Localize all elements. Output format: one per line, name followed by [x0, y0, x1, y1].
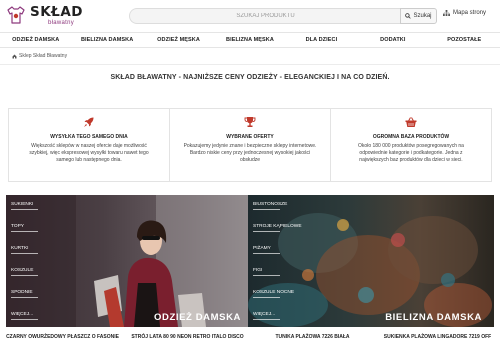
feature-text-line: Bardzo niskie ceny przy jednoczesnej wys…: [189, 150, 311, 156]
trophy-icon: [244, 117, 256, 127]
menu-item-koszule-nocne[interactable]: KOSZULE NOCNE: [253, 290, 294, 295]
divider: [253, 319, 280, 320]
banner-photo: [248, 213, 492, 327]
search-button[interactable]: Szukaj: [400, 8, 437, 24]
nav-item-odziez-meska[interactable]: ODZIEŻ MĘSKA: [143, 33, 214, 47]
feature-text: Większość sklepów w naszej ofercie daje …: [17, 143, 161, 164]
features-box: WYSYŁKA TEGO SAMEGO DNIA Większość sklep…: [8, 108, 492, 182]
product-link[interactable]: STRÓJ LATA 80 90 NEON RETRO ITALO DISCO: [125, 334, 250, 340]
menu-item-stroje-kapielowe[interactable]: STROJE KĄPIELOWE: [253, 224, 302, 229]
product-link[interactable]: CZARNY OWURŻEDOWY PŁASZCZ O FASONIE: [0, 334, 125, 340]
menu-item-wiecej[interactable]: WIĘCEJ...: [11, 312, 33, 317]
site-logo[interactable]: SKŁAD bławatny: [6, 4, 90, 28]
banner-photo: [6, 195, 248, 327]
tshirt-icon: [7, 6, 25, 24]
menu-item-kurtki[interactable]: KURTKI: [11, 246, 29, 251]
home-icon[interactable]: [12, 54, 17, 59]
feature-offers: WYBRANE OFERTY Pokazujemy jedynie znane …: [170, 109, 331, 181]
divider: [253, 231, 280, 232]
menu-item-sukienki[interactable]: SUKIENKI: [11, 202, 33, 207]
search-form: Szukaj: [129, 8, 437, 24]
feature-shipping: WYSYŁKA TEGO SAMEGO DNIA Większość sklep…: [9, 109, 170, 181]
search-icon: [405, 13, 412, 19]
product-link[interactable]: TUNIKA PLAŻOWA 7226 BIAŁA: [250, 334, 375, 340]
feature-text-line: samego lub następnego dnia.: [56, 157, 122, 163]
divider: [11, 231, 38, 232]
feature-database: OGROMNA BAZA PRODUKTÓW Około 180 000 pro…: [331, 109, 491, 181]
breadcrumb-link[interactable]: Sklep Skład Bławatny: [19, 53, 67, 59]
sitemap-icon: [443, 10, 450, 16]
menu-item-biustonosze[interactable]: BIUSTONOSZE: [253, 202, 287, 207]
feature-title: WYSYŁKA TEGO SAMEGO DNIA: [50, 134, 128, 140]
product-list: CZARNY OWURŻEDOWY PŁASZCZ O FASONIE STRÓ…: [0, 334, 500, 340]
menu-item-topy[interactable]: TOPY: [11, 224, 24, 229]
feature-text-line: Około 180 000 produktów posegregowanych …: [358, 143, 464, 149]
sitemap-link[interactable]: Mapa strony: [443, 10, 486, 16]
divider: [0, 64, 500, 65]
basket-icon: [405, 117, 417, 127]
banner-title: BIELIZNA DAMSKA: [385, 312, 482, 323]
divider: [253, 275, 280, 276]
nav-item-dodatki[interactable]: DODATKI: [357, 33, 428, 47]
nav-item-bielizna-meska[interactable]: BIELIZNA MĘSKA: [214, 33, 285, 47]
feature-text-line: Większość sklepów w naszej ofercie daje …: [31, 143, 147, 149]
feature-text-line: obsłudze: [239, 157, 260, 163]
feature-text-line: największych baz produktów dla dzieci w …: [359, 157, 463, 163]
menu-item-figi[interactable]: FIGI: [253, 268, 262, 273]
banner-bielizna-damska[interactable]: BIUSTONOSZE STROJE KĄPIELOWE PIŻAMY FIGI…: [248, 195, 494, 327]
feature-text: Około 180 000 produktów posegregowanych …: [339, 143, 483, 164]
category-banners: SUKIENKI TOPY KURTKI KOSZULE SPODNIE WIĘ…: [6, 195, 494, 327]
rocket-icon: [84, 117, 94, 127]
divider: [11, 209, 38, 210]
menu-item-pizamy[interactable]: PIŻAMY: [253, 246, 271, 251]
feature-text: Pokazujemy jedynie znane i bezpieczne sk…: [178, 143, 322, 164]
nav-item-pozostale[interactable]: POZOSTAŁE: [429, 33, 500, 47]
logo-subtitle: bławatny: [48, 20, 75, 26]
divider: [11, 253, 38, 254]
feature-text-line: szybkiej, więc ekspresowej wysyłki towar…: [29, 150, 149, 156]
banner-title: ODZIEŻ DAMSKA: [154, 312, 241, 323]
menu-item-spodnie[interactable]: SPODNIE: [11, 290, 33, 295]
search-button-label: Szukaj: [413, 13, 432, 19]
product-link[interactable]: SUKIENKA PLAŻOWA LINGADORE 7219 OFF: [375, 334, 500, 340]
search-input[interactable]: [129, 8, 401, 24]
logo-title: SKŁAD: [30, 4, 84, 20]
breadcrumb: Sklep Skład Bławatny: [12, 53, 67, 59]
page-headline: SKŁAD BŁAWATNY - NAJNIŻSZE CENY ODZIEŻY …: [110, 74, 390, 81]
feature-text-line: Pokazujemy jedynie znane i bezpieczne sk…: [183, 143, 317, 149]
feature-title: WYBRANE OFERTY: [226, 134, 274, 140]
nav-item-odziez-damska[interactable]: ODZIEŻ DAMSKA: [0, 33, 71, 47]
main-nav: ODZIEŻ DAMSKA BIELIZNA DAMSKA ODZIEŻ MĘS…: [0, 32, 500, 48]
divider: [11, 319, 38, 320]
divider: [253, 297, 280, 298]
divider: [253, 253, 280, 254]
divider: [11, 297, 38, 298]
feature-title: OGROMNA BAZA PRODUKTÓW: [372, 134, 450, 140]
menu-item-koszule[interactable]: KOSZULE: [11, 268, 33, 273]
divider: [253, 209, 280, 210]
menu-item-wiecej[interactable]: WIĘCEJ...: [253, 312, 275, 317]
banner-odziez-damska[interactable]: SUKIENKI TOPY KURTKI KOSZULE SPODNIE WIĘ…: [6, 195, 248, 327]
sitemap-label: Mapa strony: [453, 10, 487, 16]
nav-item-dla-dzieci[interactable]: DLA DZIECI: [286, 33, 357, 47]
feature-text-line: odpowiednie kategorie i podkategorie. Je…: [359, 150, 463, 156]
header: SKŁAD bławatny Szukaj Mapa strony: [0, 0, 500, 32]
divider: [11, 275, 38, 276]
nav-item-bielizna-damska[interactable]: BIELIZNA DAMSKA: [71, 33, 142, 47]
